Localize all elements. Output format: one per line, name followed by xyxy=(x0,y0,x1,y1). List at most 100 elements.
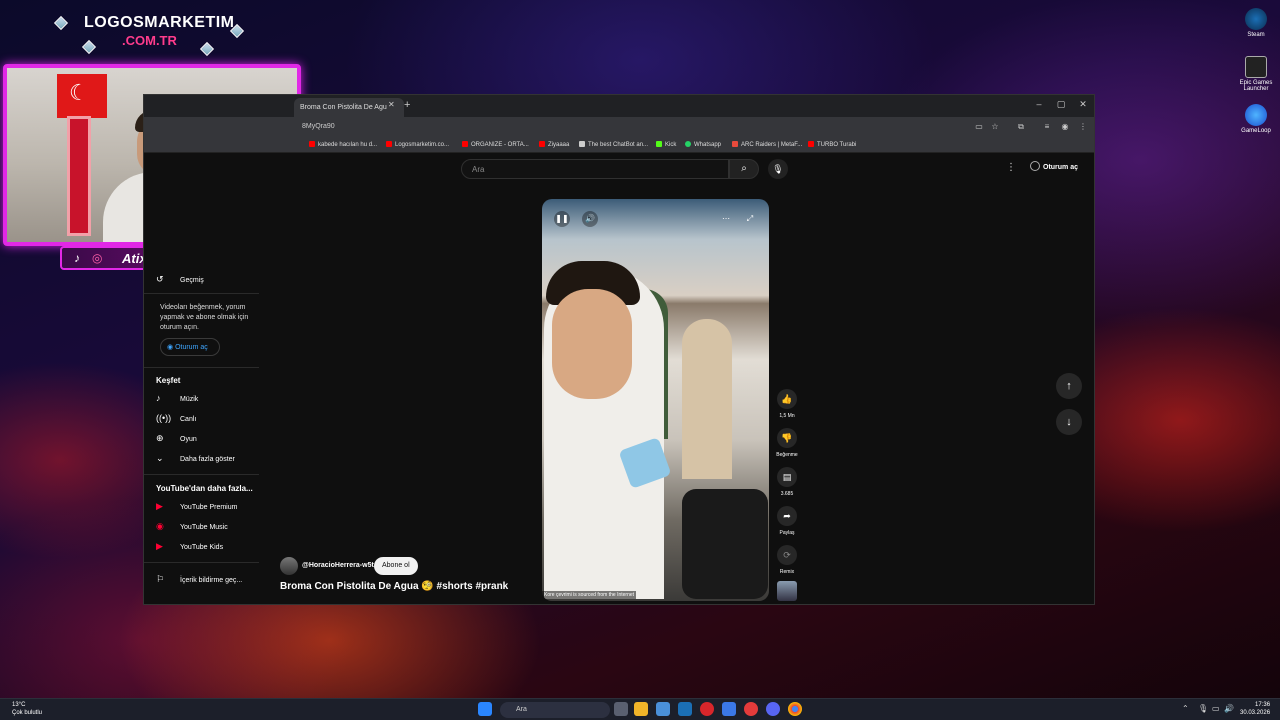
file-explorer-icon[interactable] xyxy=(634,702,648,716)
like-button[interactable]: 👍 1,5 Mn xyxy=(776,389,798,419)
bookmark-item[interactable]: Ziyaaaa xyxy=(539,141,569,148)
gamepad-icon: ⊕ xyxy=(156,433,164,443)
epic-games-icon xyxy=(1245,56,1267,78)
close-window-icon[interactable]: ✕ xyxy=(1076,99,1090,110)
taskbar-search[interactable]: Ara xyxy=(500,702,610,718)
desktop-icon-label: Epic Games Launcher xyxy=(1239,80,1273,92)
menu-icon[interactable]: ⋮ xyxy=(1078,122,1088,132)
weather-widget[interactable]: 13°C Çok bulutlu xyxy=(12,701,42,717)
bookmark-label: Ziyaaaa xyxy=(548,142,570,148)
video-caption: Kore çevrimi is sourced from the Interne… xyxy=(542,591,637,599)
sidebar-item-live[interactable]: ((•)) Canlı xyxy=(156,413,196,423)
background-door xyxy=(67,116,91,236)
steam-taskbar-icon[interactable] xyxy=(678,702,692,716)
subscribe-button[interactable]: Abone ol xyxy=(374,557,418,575)
divider xyxy=(144,562,259,563)
search-input[interactable]: Ara xyxy=(461,159,729,179)
remix-button[interactable]: ⟳ Remix xyxy=(776,545,798,575)
brand-logo: LOGOSMARKETIM .COM.TR xyxy=(50,12,250,57)
bookmark-item[interactable]: Whatsapp xyxy=(685,141,721,148)
sidebar-item-label: İçerik bildirme geç... xyxy=(180,577,243,584)
browser-window: Broma Con Pistolita De Agu ✕ + – ▢ ✕ 8My… xyxy=(143,94,1095,605)
video-background-person xyxy=(682,319,732,479)
address-bar: 8MyQra90 ▭ ☆ ⧉ ≡ ◉ ⋮ xyxy=(144,117,1094,137)
bookmark-item[interactable]: Logosmarketim.co... xyxy=(386,141,449,148)
sidebar-item-gaming[interactable]: ⊕ Oyun xyxy=(156,433,197,444)
app-icon[interactable] xyxy=(744,702,758,716)
bookmark-label: The best ChatBot an... xyxy=(588,142,649,148)
comments-button[interactable]: ▤ 3.685 xyxy=(776,467,798,497)
volume-icon[interactable]: 🔊 xyxy=(582,211,598,227)
network-icon[interactable]: ▭ xyxy=(1212,704,1220,713)
sound-thumbnail[interactable] xyxy=(777,581,797,601)
store-icon[interactable] xyxy=(656,702,670,716)
clock[interactable]: 17:36 30.03.2026 xyxy=(1240,701,1270,717)
pause-icon[interactable]: ❚❚ xyxy=(554,211,570,227)
voice-search-button[interactable]: 🎙 xyxy=(768,159,788,179)
sidebar-item-music-app[interactable]: ◉ YouTube Music xyxy=(156,521,228,532)
bookmark-item[interactable]: The best ChatBot an... xyxy=(579,141,648,148)
share-label: Paylaş xyxy=(779,530,795,536)
previous-short-button[interactable]: ↑ xyxy=(1056,373,1082,399)
share-button[interactable]: ➦ Paylaş xyxy=(776,506,798,536)
microphone-icon[interactable]: 🎙 xyxy=(1198,704,1208,713)
tray-expand-icon[interactable]: ⌃ xyxy=(1182,704,1189,713)
sidebar-item-music[interactable]: ♪ Müzik xyxy=(156,393,198,403)
shorts-video-player[interactable]: ❚❚ 🔊 ⋯ ⤢ Kore çevrimi is sourced from th… xyxy=(542,199,769,601)
sidebar-item-label: Canlı xyxy=(180,416,197,423)
task-view-icon[interactable] xyxy=(614,702,628,716)
sidebar-signin-button[interactable]: ◉ Oturum aç xyxy=(160,338,220,356)
sidebar-item-report[interactable]: ⚐ İçerik bildirme geç... xyxy=(156,574,242,585)
channel-avatar[interactable] xyxy=(280,557,298,575)
desktop-shortcut-epic[interactable]: Epic Games Launcher xyxy=(1234,56,1278,92)
media-icon[interactable]: ≡ xyxy=(1042,122,1052,132)
start-icon[interactable] xyxy=(478,702,492,716)
bookmark-star-icon[interactable]: ☆ xyxy=(990,122,1000,132)
microphone-icon: 🎙 xyxy=(772,164,784,174)
sidebar-signin-label: Oturum aç xyxy=(175,344,208,351)
close-tab-icon[interactable]: ✕ xyxy=(388,100,395,109)
bookmark-item[interactable]: kabede hacılan hu d... xyxy=(309,141,377,148)
maximize-icon[interactable]: ▢ xyxy=(1054,99,1068,110)
bookmark-item[interactable]: ORGANIZE - ORTA... xyxy=(462,141,529,148)
search-button[interactable]: ⌕ xyxy=(729,159,759,179)
sidebar-item-premium[interactable]: ▶ YouTube Premium xyxy=(156,501,237,512)
more-options-icon[interactable]: ⋮ xyxy=(1006,162,1016,173)
discord-icon[interactable] xyxy=(766,702,780,716)
signin-button[interactable]: Oturum aç xyxy=(1030,161,1078,171)
opera-gx-icon[interactable] xyxy=(700,702,714,716)
dislike-button[interactable]: 👎 Beğenme xyxy=(776,428,798,458)
install-icon[interactable]: ▭ xyxy=(974,122,984,132)
signin-prompt: Videoları beğenmek, yorum yapmak ve abon… xyxy=(160,304,249,331)
app-icon[interactable] xyxy=(722,702,736,716)
bookmark-label: ARC Raiders | MetaF... xyxy=(741,142,803,148)
bookmark-item[interactable]: TURBO Turabi xyxy=(808,141,856,148)
bookmark-item[interactable]: Kick xyxy=(656,141,676,148)
search-placeholder: Ara xyxy=(472,165,485,174)
steam-icon xyxy=(1245,8,1267,30)
flag-icon: ⚐ xyxy=(156,574,165,584)
new-tab-icon[interactable]: + xyxy=(404,99,410,111)
chrome-icon[interactable] xyxy=(788,702,802,716)
profile-icon[interactable]: ◉ xyxy=(1060,122,1070,132)
sidebar-item-show-more[interactable]: ⌄ Daha fazla göster xyxy=(156,453,235,464)
bookmark-item[interactable]: ARC Raiders | MetaF... xyxy=(732,141,802,148)
diamond-icon xyxy=(53,15,69,31)
desktop-shortcut-gameloop[interactable]: GameLoop xyxy=(1234,104,1278,134)
flag-decoration xyxy=(57,74,107,118)
url-field[interactable]: 8MyQra90 xyxy=(302,123,335,130)
more-options-icon[interactable]: ⋯ xyxy=(718,211,734,227)
extensions-icon[interactable]: ⧉ xyxy=(1016,122,1026,132)
gameloop-icon xyxy=(1245,104,1267,126)
desktop-shortcut-steam[interactable]: Steam xyxy=(1234,8,1278,38)
fullscreen-icon[interactable]: ⤢ xyxy=(742,211,758,227)
sidebar-item-label: Oyun xyxy=(180,436,197,443)
channel-handle[interactable]: @HoracioHerrera-w5t xyxy=(302,562,374,569)
minimize-icon[interactable]: – xyxy=(1032,99,1046,109)
youtube-kids-icon: ▶ xyxy=(156,541,163,551)
next-short-button[interactable]: ↓ xyxy=(1056,409,1082,435)
sidebar-item-history[interactable]: ↺ Geçmiş xyxy=(156,274,204,285)
volume-icon[interactable]: 🔊 xyxy=(1224,704,1234,713)
video-title: Broma Con Pistolita De Agua 🧐 #shorts #p… xyxy=(280,581,509,592)
sidebar-item-kids[interactable]: ▶ YouTube Kids xyxy=(156,541,223,552)
